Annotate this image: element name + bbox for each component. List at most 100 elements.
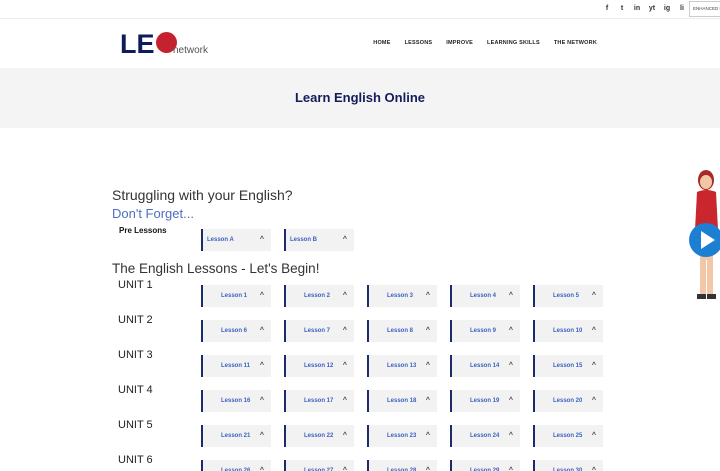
- lesson-label: Lesson 13: [387, 363, 417, 369]
- lesson-button[interactable]: Lesson 5 ^: [533, 285, 603, 307]
- lesson-button[interactable]: Lesson 24 ^: [450, 425, 520, 447]
- section-title: The English Lessons - Let's Begin!: [112, 261, 320, 276]
- chevron-up-icon: ^: [508, 397, 513, 404]
- lesson-label: Lesson 20: [553, 398, 583, 404]
- lesson-button[interactable]: Lesson 26 ^: [201, 460, 271, 471]
- lesson-button[interactable]: Lesson 25 ^: [533, 425, 603, 447]
- nav-home[interactable]: HOME: [373, 40, 390, 46]
- lesson-button[interactable]: Lesson 10 ^: [533, 320, 603, 342]
- enhanced-button[interactable]: ENHANCED E: [689, 1, 720, 17]
- lesson-label: Lesson 3: [387, 293, 414, 299]
- lesson-button[interactable]: Lesson 2 ^: [284, 285, 354, 307]
- top-bar: f t in yt ig li ENHANCED E: [0, 0, 720, 19]
- chevron-up-icon: ^: [508, 432, 513, 439]
- chevron-up-icon: ^: [425, 432, 430, 439]
- lesson-label: Lesson 10: [553, 328, 583, 334]
- nav-improve[interactable]: IMPROVE: [446, 40, 473, 46]
- chevron-up-icon: ^: [259, 432, 264, 439]
- lesson-button[interactable]: Lesson 4 ^: [450, 285, 520, 307]
- lesson-label: Lesson 25: [553, 433, 583, 439]
- page-hero: Learn English Online: [0, 68, 720, 128]
- lesson-button[interactable]: Lesson 27 ^: [284, 460, 354, 471]
- lesson-label: Lesson B: [290, 237, 318, 243]
- lesson-label: Lesson 8: [387, 328, 414, 334]
- lesson-label: Lesson 16: [221, 398, 251, 404]
- lesson-button[interactable]: Lesson A ^: [201, 229, 271, 251]
- chevron-up-icon: ^: [591, 327, 596, 334]
- chevron-up-icon: ^: [259, 467, 264, 471]
- lesson-button[interactable]: Lesson 22 ^: [284, 425, 354, 447]
- chevron-up-icon: ^: [508, 362, 513, 369]
- chevron-up-icon: ^: [591, 432, 596, 439]
- main-nav: HOME LESSONS IMPROVE LEARNING SKILLS THE…: [373, 40, 597, 46]
- lesson-label: Lesson 7: [304, 328, 331, 334]
- chevron-up-icon: ^: [342, 327, 347, 334]
- chevron-up-icon: ^: [342, 467, 347, 471]
- linkedin-square-icon[interactable]: li: [678, 4, 686, 13]
- lesson-button[interactable]: Lesson 7 ^: [284, 320, 354, 342]
- lesson-label: Lesson 9: [470, 328, 497, 334]
- lesson-button[interactable]: Lesson 12 ^: [284, 355, 354, 377]
- nav-the-network[interactable]: THE NETWORK: [554, 40, 597, 46]
- lesson-button[interactable]: Lesson 3 ^: [367, 285, 437, 307]
- unit-label: UNIT 3: [118, 349, 153, 361]
- intro-reminder: Don't Forget...: [112, 206, 194, 221]
- chevron-up-icon: ^: [342, 292, 347, 299]
- facebook-icon[interactable]: f: [603, 4, 611, 13]
- lesson-label: Lesson 2: [304, 293, 331, 299]
- lesson-button[interactable]: Lesson 28 ^: [367, 460, 437, 471]
- lesson-button[interactable]: Lesson 19 ^: [450, 390, 520, 412]
- lesson-label: Lesson 17: [304, 398, 334, 404]
- lesson-button[interactable]: Lesson 14 ^: [450, 355, 520, 377]
- lesson-button[interactable]: Lesson 16 ^: [201, 390, 271, 412]
- chevron-up-icon: ^: [259, 292, 264, 299]
- lesson-button[interactable]: Lesson 29 ^: [450, 460, 520, 471]
- lesson-label: Lesson 5: [553, 293, 580, 299]
- chevron-up-icon: ^: [591, 292, 596, 299]
- pre-lessons-label: Pre Lessons: [119, 226, 167, 235]
- lesson-button[interactable]: Lesson 11 ^: [201, 355, 271, 377]
- lesson-button[interactable]: Lesson 30 ^: [533, 460, 603, 471]
- lesson-button[interactable]: Lesson 6 ^: [201, 320, 271, 342]
- site-logo[interactable]: LE: [120, 29, 177, 60]
- lesson-button[interactable]: Lesson 8 ^: [367, 320, 437, 342]
- lesson-label: Lesson 24: [470, 433, 500, 439]
- play-icon: [701, 231, 715, 249]
- intro-question: Struggling with your English?: [112, 187, 293, 203]
- lesson-button[interactable]: Lesson 21 ^: [201, 425, 271, 447]
- unit-label: UNIT 5: [118, 419, 153, 431]
- lesson-button[interactable]: Lesson 23 ^: [367, 425, 437, 447]
- lesson-button[interactable]: Lesson 17 ^: [284, 390, 354, 412]
- lesson-button[interactable]: Lesson 9 ^: [450, 320, 520, 342]
- instagram-icon[interactable]: ig: [663, 4, 671, 13]
- lesson-label: Lesson 15: [553, 363, 583, 369]
- youtube-icon[interactable]: yt: [648, 4, 656, 13]
- lesson-button[interactable]: Lesson 13 ^: [367, 355, 437, 377]
- lesson-label: Lesson 1: [221, 293, 248, 299]
- logo-text: LE: [120, 29, 155, 59]
- chevron-up-icon: ^: [591, 467, 596, 471]
- lesson-label: Lesson 19: [470, 398, 500, 404]
- chevron-up-icon: ^: [425, 327, 430, 334]
- chevron-up-icon: ^: [259, 327, 264, 334]
- chevron-up-icon: ^: [425, 362, 430, 369]
- chevron-up-icon: ^: [342, 397, 347, 404]
- nav-learning-skills[interactable]: LEARNING SKILLS: [487, 40, 540, 46]
- lesson-button[interactable]: Lesson 20 ^: [533, 390, 603, 412]
- chevron-up-icon: ^: [259, 397, 264, 404]
- lesson-label: Lesson 21: [221, 433, 251, 439]
- lesson-button[interactable]: Lesson 18 ^: [367, 390, 437, 412]
- lesson-button[interactable]: Lesson 15 ^: [533, 355, 603, 377]
- twitter-icon[interactable]: t: [618, 4, 626, 13]
- lesson-label: Lesson 18: [387, 398, 417, 404]
- unit-label: UNIT 2: [118, 314, 153, 326]
- lesson-button[interactable]: Lesson B ^: [284, 229, 354, 251]
- chevron-up-icon: ^: [259, 362, 264, 369]
- lesson-button[interactable]: Lesson 1 ^: [201, 285, 271, 307]
- chevron-up-icon: ^: [342, 236, 347, 243]
- unit-label: UNIT 6: [118, 454, 153, 466]
- lesson-label: Lesson 22: [304, 433, 334, 439]
- linkedin-icon[interactable]: in: [633, 4, 641, 13]
- lesson-label: Lesson 11: [221, 363, 251, 369]
- nav-lessons[interactable]: LESSONS: [405, 40, 433, 46]
